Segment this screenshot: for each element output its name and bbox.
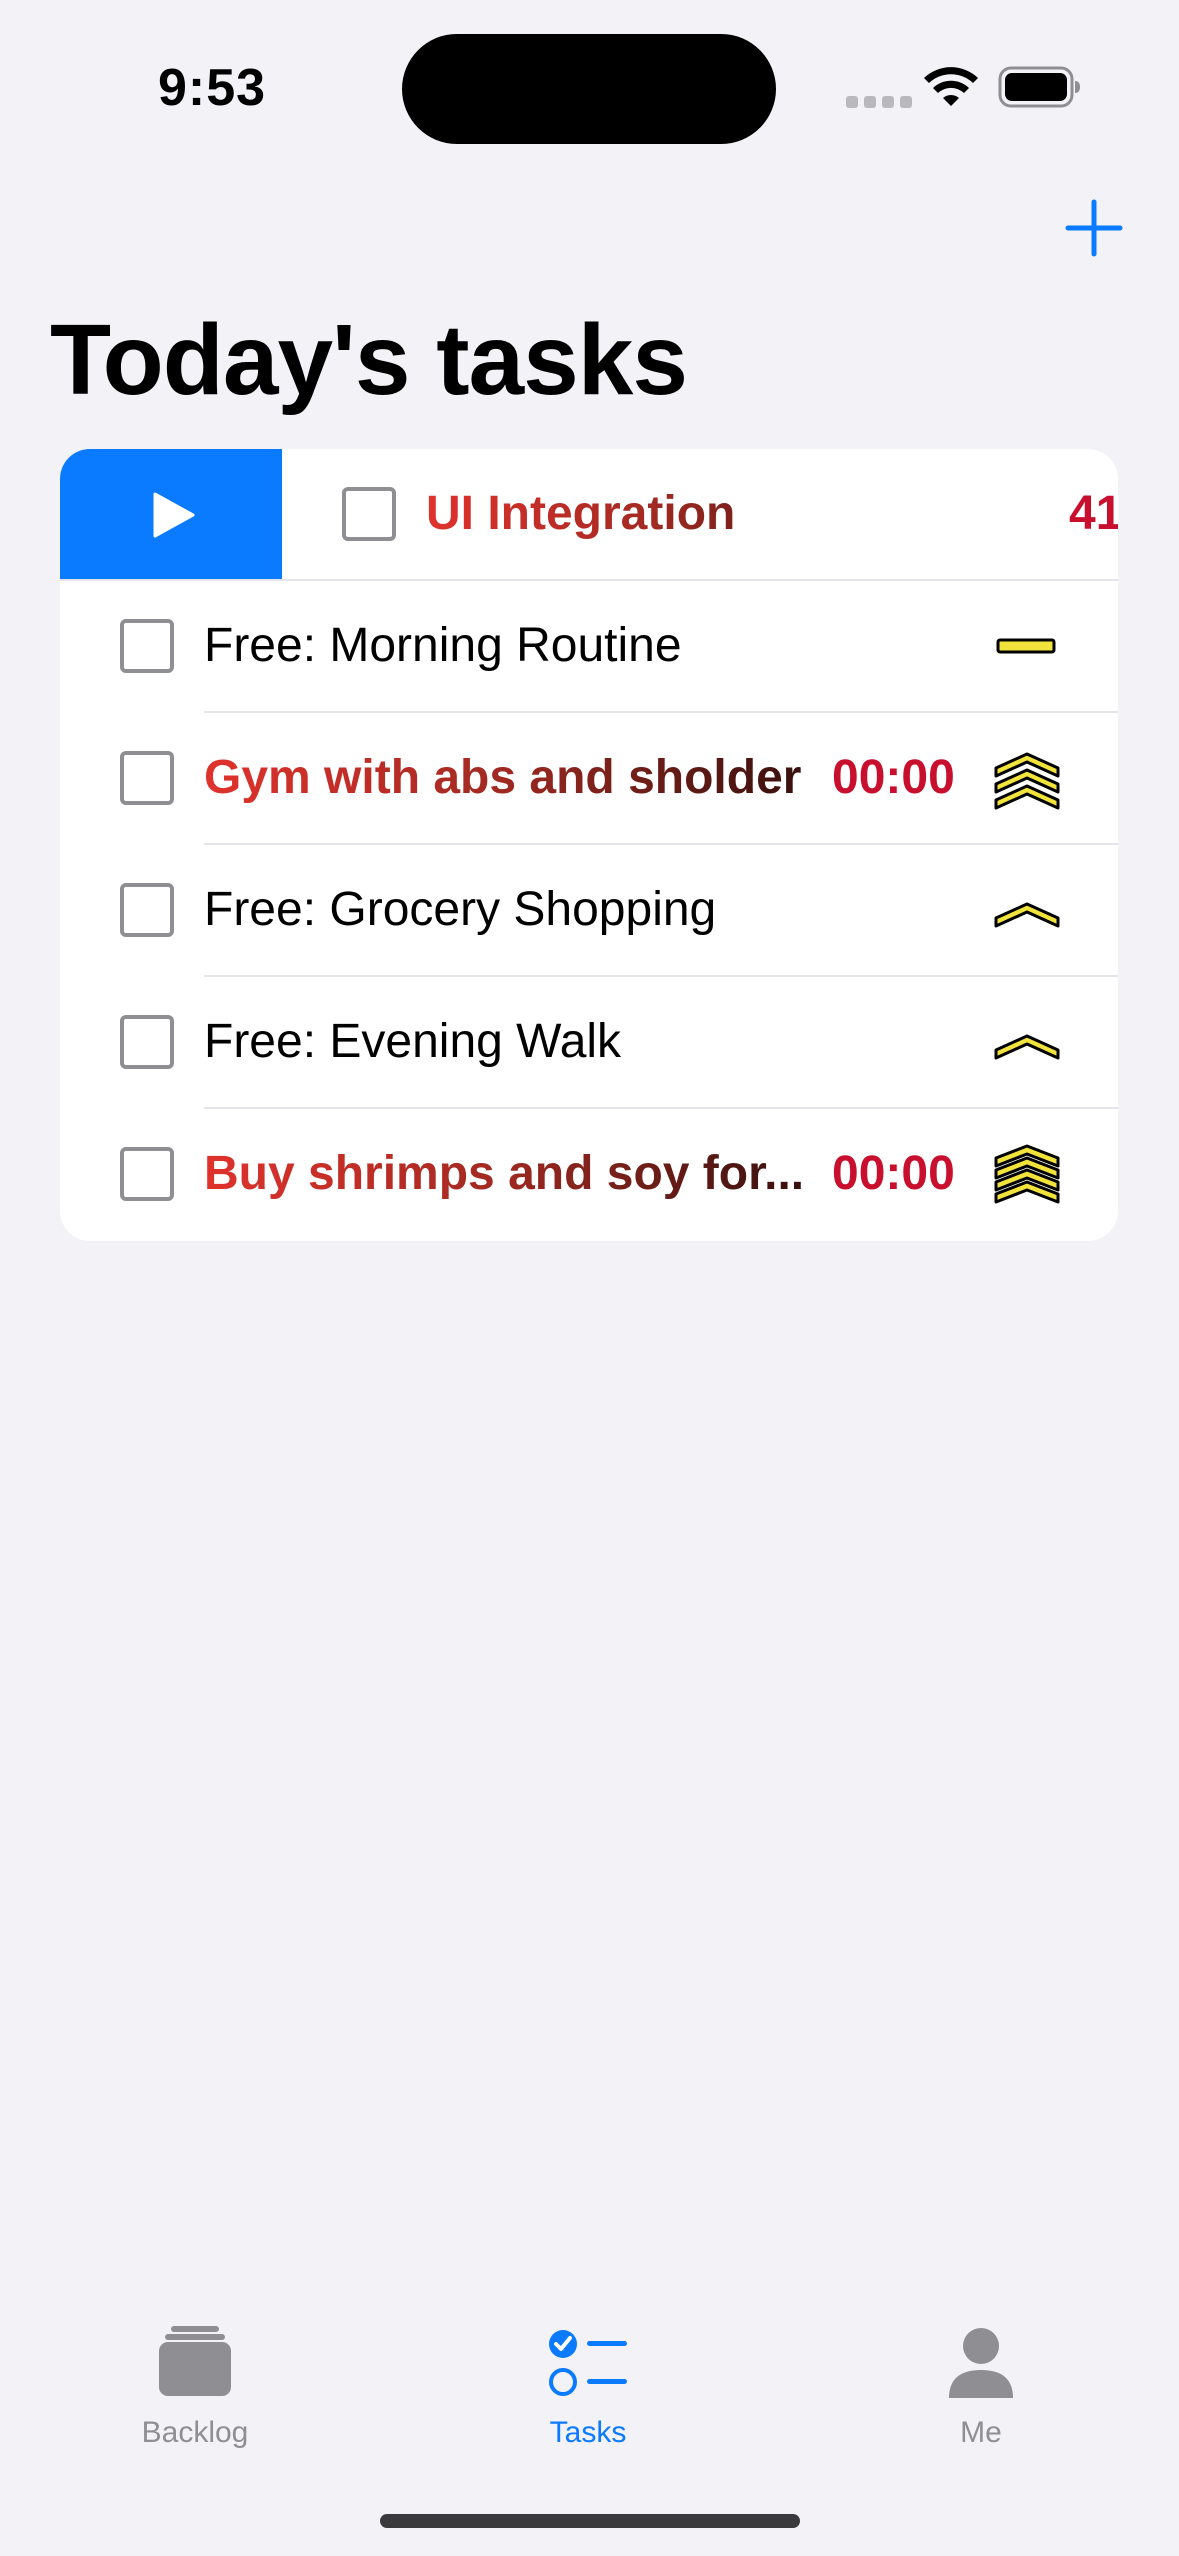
active-task-row[interactable]: UI Integration 41 <box>60 449 1118 581</box>
tab-tasks[interactable]: Tasks <box>478 2320 698 2460</box>
task-title: Free: Morning Routine <box>204 619 682 672</box>
priority-highest-icon <box>994 1144 1060 1204</box>
today-task-list: UI Integration 41 Free: Morning Routine … <box>60 449 1118 1241</box>
task-row[interactable]: Buy shrimps and soy for... 00:00 <box>60 1109 1118 1241</box>
task-timer: 00:00 <box>832 1147 955 1200</box>
task-title: Free: Grocery Shopping <box>204 883 717 936</box>
tab-label: Backlog <box>141 2416 249 2449</box>
task-checkbox[interactable] <box>120 883 174 937</box>
tab-label: Me <box>960 2416 1002 2449</box>
home-indicator[interactable] <box>380 2514 800 2528</box>
task-title: Free: Evening Walk <box>204 1015 622 1068</box>
add-task-button[interactable] <box>1064 198 1124 258</box>
cellular-signal-icon <box>846 96 912 108</box>
plus-icon <box>1065 199 1123 257</box>
task-row[interactable]: Free: Evening Walk <box>60 977 1118 1109</box>
task-checkbox[interactable] <box>342 487 396 541</box>
priority-medium-icon <box>996 638 1056 654</box>
play-icon <box>153 492 195 538</box>
task-row[interactable]: Free: Grocery Shopping <box>60 845 1118 977</box>
task-checkbox[interactable] <box>120 1147 174 1201</box>
page-title: Today's tasks <box>50 304 688 416</box>
task-title: Gym with abs and sholder <box>204 748 844 808</box>
priority-very-high-icon <box>994 752 1060 810</box>
tab-backlog[interactable]: Backlog <box>85 2320 305 2460</box>
priority-high-icon <box>994 902 1060 928</box>
task-title: UI Integration <box>426 484 926 544</box>
task-checkbox[interactable] <box>120 751 174 805</box>
wifi-icon <box>924 67 978 106</box>
priority-high-icon <box>994 1034 1060 1060</box>
play-button[interactable] <box>60 449 282 579</box>
tray-stack-icon <box>159 2326 231 2396</box>
checklist-icon <box>549 2330 627 2396</box>
task-checkbox[interactable] <box>120 619 174 673</box>
task-timer: 41 <box>1069 487 1118 540</box>
status-time: 9:53 <box>158 59 267 117</box>
task-title: Buy shrimps and soy for... <box>204 1144 844 1204</box>
tab-label: Tasks <box>549 2416 627 2449</box>
task-row[interactable]: Free: Morning Routine <box>60 581 1118 713</box>
task-checkbox[interactable] <box>120 1015 174 1069</box>
battery-icon <box>998 66 1080 108</box>
tab-me[interactable]: Me <box>871 2320 1091 2460</box>
dynamic-island <box>402 34 776 144</box>
task-row[interactable]: Gym with abs and sholder 00:00 <box>60 713 1118 845</box>
task-timer: 00:00 <box>832 751 955 804</box>
person-icon <box>949 2328 1013 2398</box>
